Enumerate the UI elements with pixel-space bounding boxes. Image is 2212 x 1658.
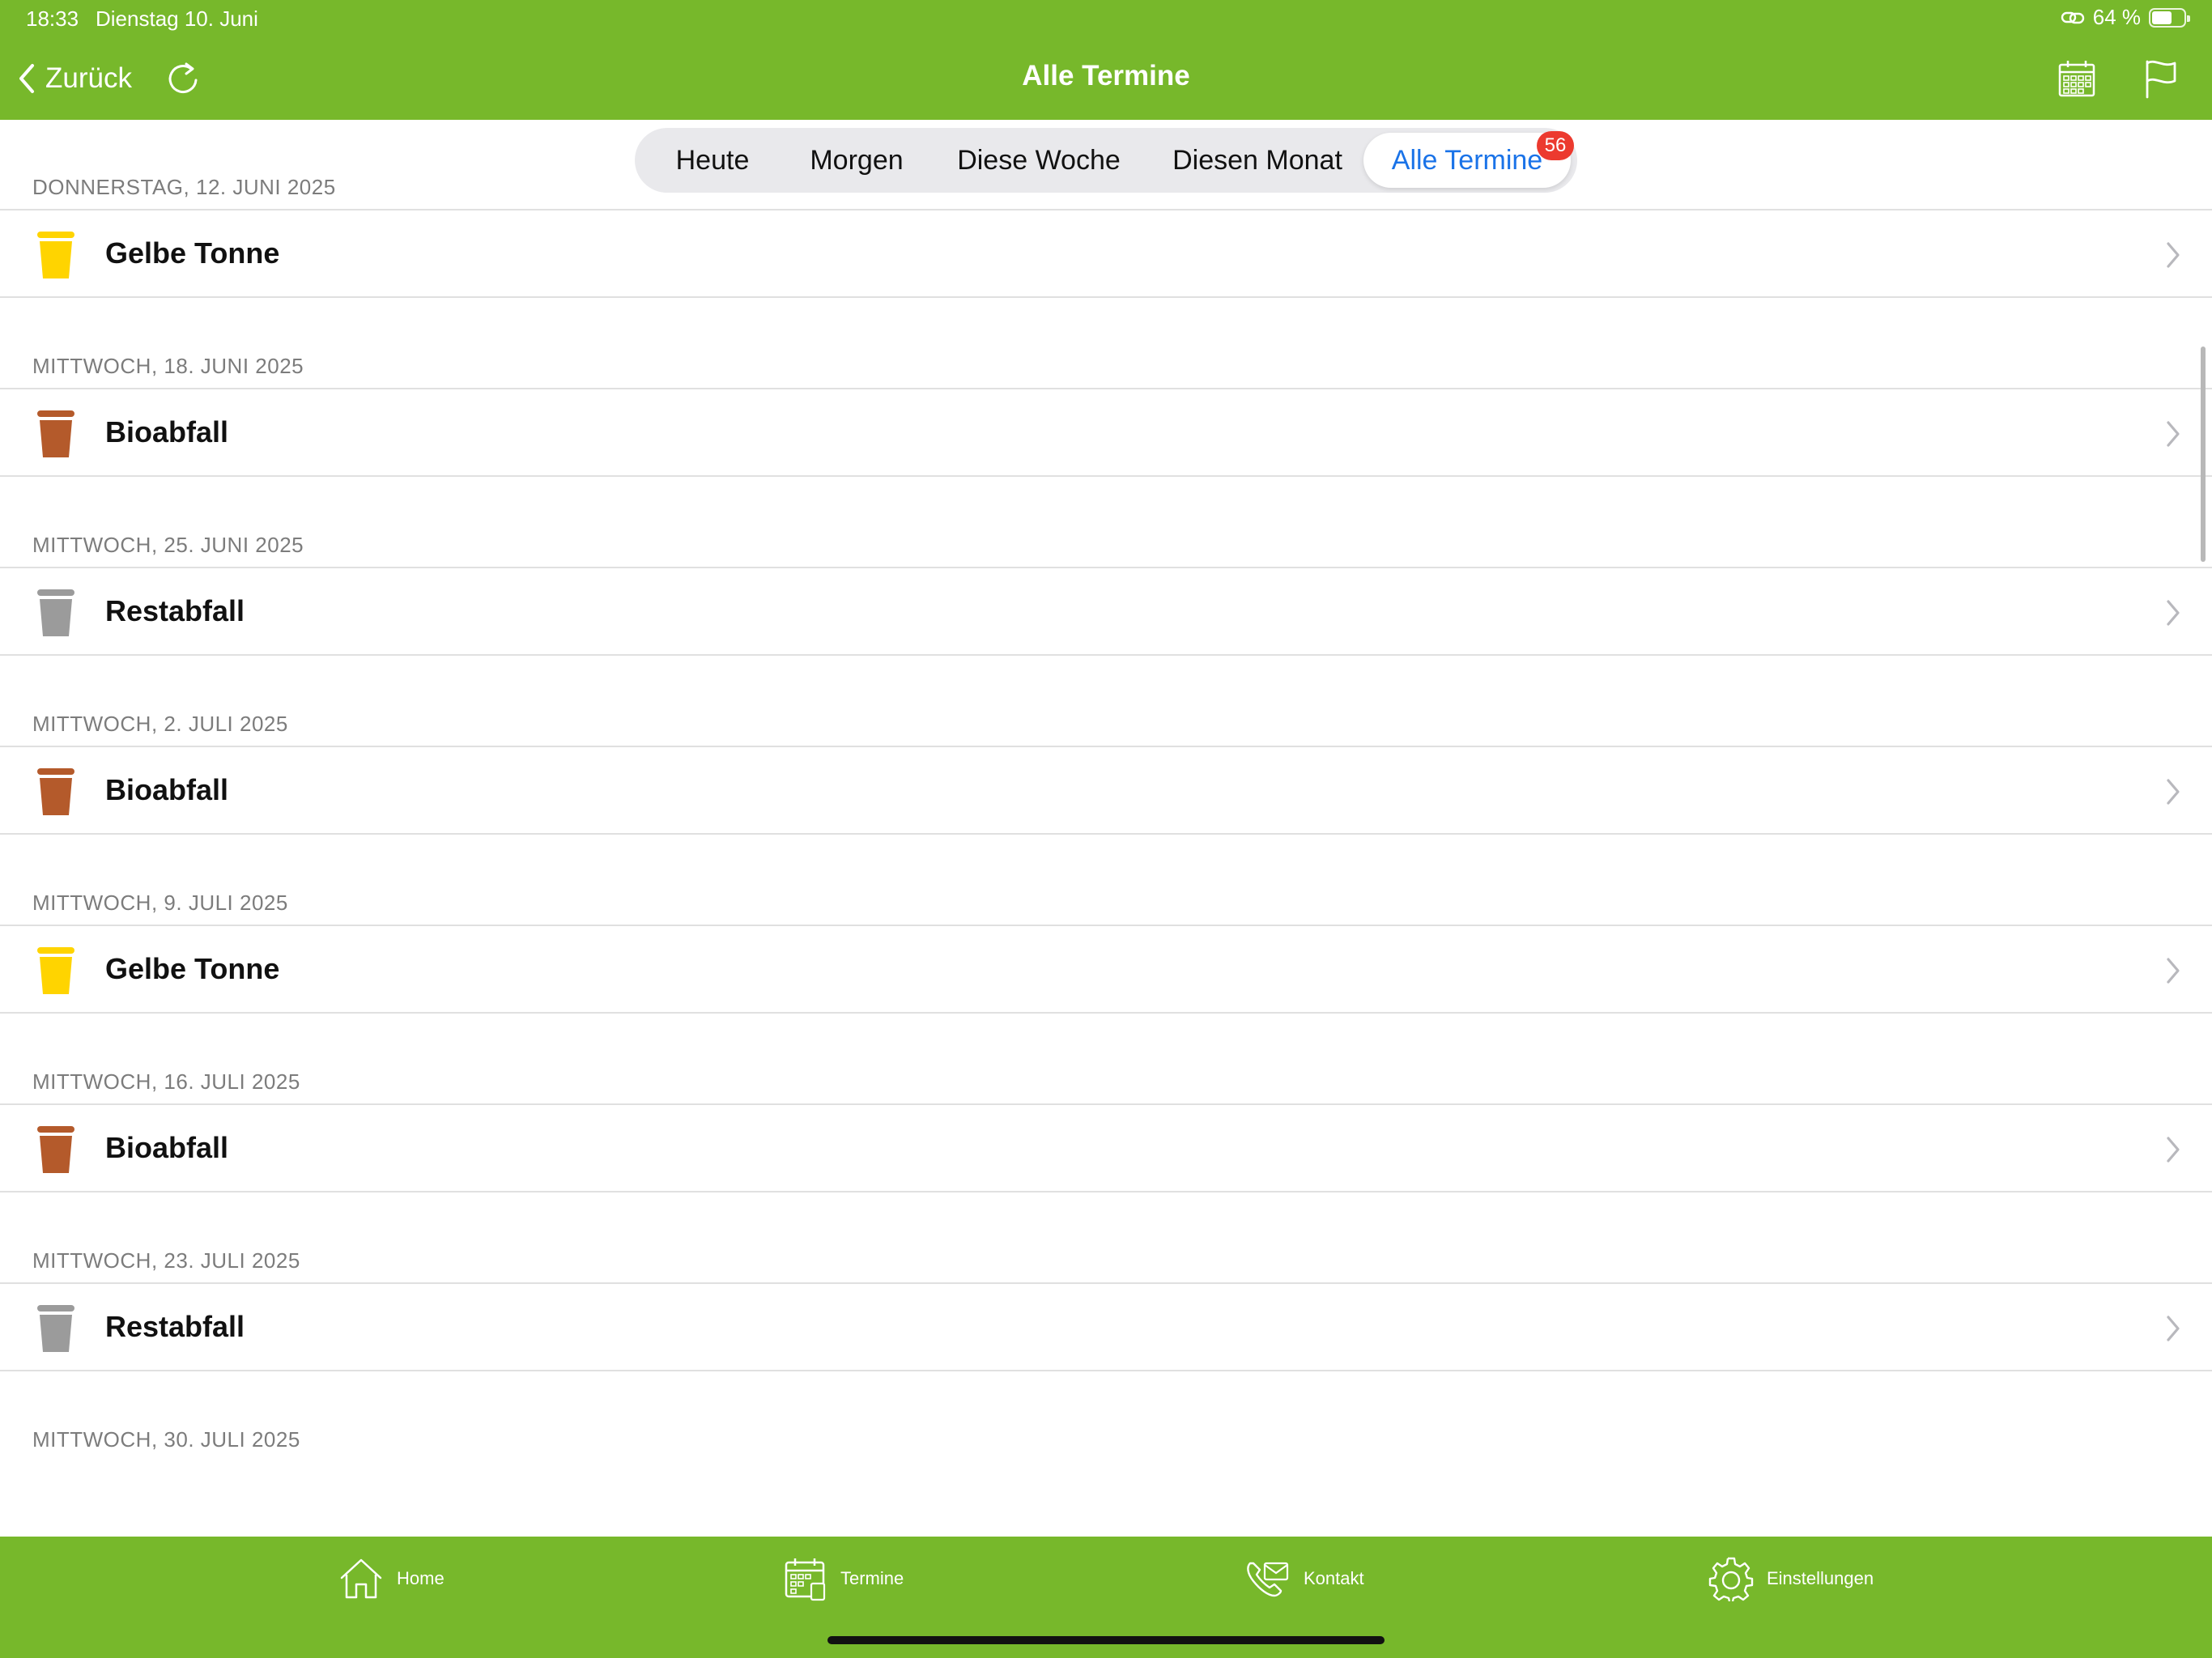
waste-type-label: Restabfall [105,1310,245,1343]
section-date: MITTWOCH, 9. JULI 2025 [32,891,288,915]
trash-bin-icon [37,1126,74,1173]
list-item[interactable]: Restabfall [0,1282,2212,1371]
chevron-right-icon [2167,1316,2180,1341]
section-date: MITTWOCH, 2. JULI 2025 [32,712,288,736]
termine-list: DONNERSTAG, 12. JUNI 2025 Gelbe Tonne MI… [0,120,2212,1537]
list-item[interactable]: Gelbe Tonne [0,925,2212,1014]
waste-type-label: Gelbe Tonne [105,236,280,270]
phone-mail-icon [1247,1562,1289,1597]
tab-einstellungen-label: Einstellungen [1767,1568,1874,1588]
tab-termine-label: Termine [840,1568,904,1588]
chevron-right-icon [2167,958,2180,984]
chevron-right-icon [2167,1137,2180,1163]
battery-icon [2149,7,2190,28]
list-item[interactable]: Bioabfall [0,1103,2212,1192]
reload-button[interactable] [165,58,202,99]
filter-segmented-control: Heute Morgen Diese Woche Diesen Monat Al… [635,128,1577,193]
back-button[interactable]: Zurück [18,58,132,99]
status-indicators: 64 % [2061,5,2190,30]
trash-bin-icon [37,589,74,636]
chevron-right-icon [2167,421,2180,447]
trash-bin-icon [37,232,74,278]
segment-diesen-monat[interactable]: Diesen Monat [1150,128,1365,193]
chevron-right-icon [2167,242,2180,268]
status-time: 18:33 [26,6,79,31]
link-icon [2061,11,2084,23]
gear-icon [1708,1557,1754,1601]
tab-termine[interactable]: Termine [784,1554,904,1603]
list-item[interactable]: Bioabfall [0,388,2212,477]
section-date: MITTWOCH, 30. JULI 2025 [32,1427,300,1452]
trash-bin-icon [37,947,74,994]
section-date: MITTWOCH, 18. JUNI 2025 [32,354,304,378]
count-badge: 56 [1537,131,1574,160]
chevron-right-icon [2167,600,2180,626]
flag-button[interactable] [2142,58,2180,99]
trash-bin-icon [37,410,74,457]
list-item[interactable]: Bioabfall [0,746,2212,835]
waste-type-label: Restabfall [105,594,245,627]
section-date: DONNERSTAG, 12. JUNI 2025 [32,175,336,199]
waste-type-label: Gelbe Tonne [105,952,280,985]
calendar-icon [785,1558,826,1601]
trash-bin-icon [37,768,74,815]
home-indicator[interactable] [827,1636,1385,1644]
chevron-left-icon [19,64,34,93]
reload-icon [168,62,198,94]
page-title: Alle Termine [1022,60,1190,91]
waste-type-label: Bioabfall [105,773,229,806]
section-date: MITTWOCH, 16. JULI 2025 [32,1069,300,1094]
battery-level [2152,11,2172,24]
list-item[interactable]: Gelbe Tonne [0,209,2212,298]
tab-home[interactable]: Home [338,1554,445,1603]
section-date: MITTWOCH, 23. JULI 2025 [32,1248,300,1273]
chevron-right-icon [2167,779,2180,805]
segment-morgen[interactable]: Morgen [785,128,928,193]
home-icon [340,1558,382,1599]
section-date: MITTWOCH, 25. JUNI 2025 [32,533,304,557]
top-bar: 18:33 Dienstag 10. Juni 64 % Zurück Alle… [0,0,2212,120]
back-label: Zurück [45,62,132,94]
tab-kontakt-label: Kontakt [1304,1568,1364,1588]
tab-einstellungen[interactable]: Einstellungen [1708,1554,1874,1603]
list-item[interactable]: Restabfall [0,567,2212,656]
status-date: Dienstag 10. Juni [96,6,258,31]
segment-heute[interactable]: Heute [656,128,769,193]
tab-home-label: Home [397,1568,445,1588]
battery-percent: 64 % [2092,5,2141,29]
waste-type-label: Bioabfall [105,1131,229,1164]
scrollbar[interactable] [2201,346,2206,562]
tab-kontakt[interactable]: Kontakt [1245,1554,1364,1603]
segment-diese-woche[interactable]: Diese Woche [942,128,1135,193]
calendar-button[interactable] [2057,58,2097,99]
waste-type-label: Bioabfall [105,415,229,449]
calendar-icon [2058,61,2095,97]
flag-icon [2146,60,2176,99]
trash-bin-icon [37,1305,74,1352]
